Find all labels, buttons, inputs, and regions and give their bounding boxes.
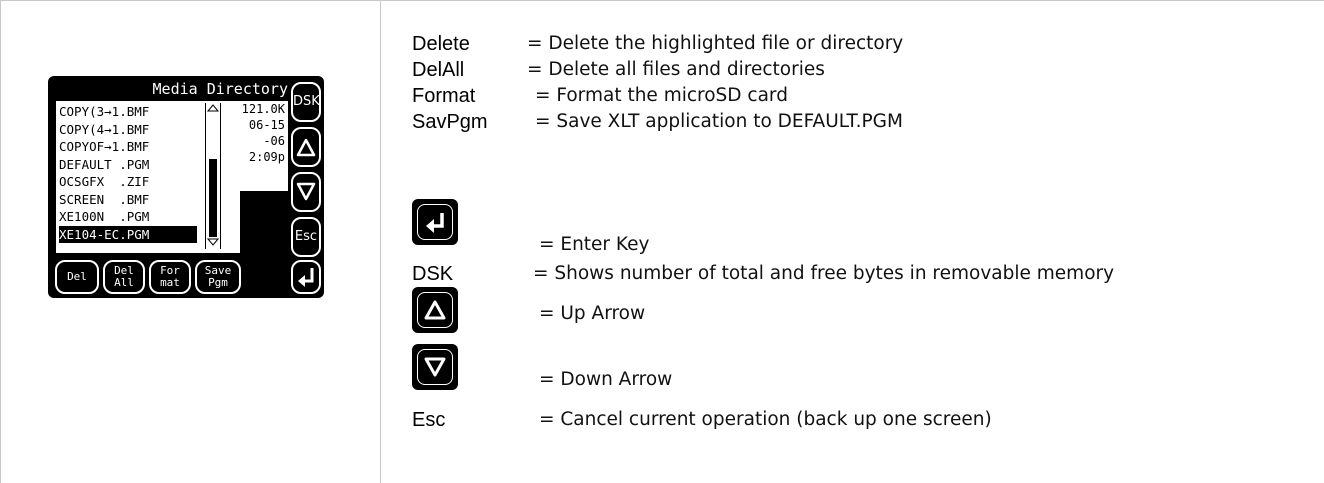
desc-savpgm: = Save XLT application to DEFAULT.PGM [535, 111, 903, 132]
enter-icon [298, 268, 314, 287]
del-all-line2: All [114, 276, 134, 289]
screen-title: Media Directory [152, 80, 288, 98]
list-item[interactable]: DEFAULT .PGM [59, 156, 197, 174]
desc-dsk: = Shows number of total and free bytes i… [533, 263, 1115, 284]
desc-esc: = Cancel current operation (back up one … [539, 409, 992, 430]
dsk-button[interactable]: DSK [291, 82, 321, 122]
scrollbar-thumb[interactable] [209, 159, 217, 237]
term-savpgm: SavPgm [412, 111, 488, 133]
list-item[interactable]: COPYOF→1.BMF [59, 138, 197, 156]
desc-up: = Up Arrow [539, 303, 646, 324]
del-button[interactable]: Del [55, 260, 99, 294]
scrollbar[interactable] [205, 103, 221, 249]
term-format: Format [412, 85, 476, 107]
down-arrow-icon [296, 182, 316, 201]
list-item[interactable]: SCREEN .BMF [59, 191, 197, 209]
term-esc: Esc [412, 409, 446, 431]
media-directory-screen: Media Directory COPY(3→1.BMF COPY(4→1.BM… [48, 76, 324, 298]
file-info-panel: 121.0K 06-15 -06 2:09p [240, 101, 288, 191]
enter-button[interactable] [291, 260, 321, 294]
list-item[interactable]: OCSGFX .ZIF [59, 173, 197, 191]
file-size: 121.0K [241, 102, 285, 116]
del-button-label: Del [67, 270, 87, 283]
up-arrow-button[interactable] [291, 127, 321, 167]
file-list: COPY(3→1.BMF COPY(4→1.BMF COPYOF→1.BMF D… [56, 101, 240, 253]
dsk-button-label: DSK [293, 94, 320, 109]
desc-delall: = Delete all files and directories [527, 59, 825, 80]
format-line2: mat [160, 276, 180, 289]
table-column-divider [380, 0, 381, 483]
list-item[interactable]: COPY(4→1.BMF [59, 121, 197, 139]
list-item[interactable]: XE100N .PGM [59, 208, 197, 226]
scroll-up-icon[interactable] [206, 103, 220, 115]
desc-format: = Format the microSD card [535, 85, 788, 106]
term-delete: Delete [412, 33, 470, 55]
list-item[interactable]: COPY(3→1.BMF [59, 103, 197, 121]
term-delall: DelAll [412, 59, 465, 81]
save-pgm-button[interactable]: Save Pgm [195, 260, 241, 294]
list-item-selected[interactable]: XE104-EC.PGM [59, 225, 197, 243]
format-button[interactable]: For mat [149, 260, 191, 294]
esc-button-label: Esc [294, 229, 318, 244]
desc-enter: = Enter Key [539, 234, 650, 255]
enter-key-icon [412, 199, 458, 245]
term-dsk: DSK [412, 263, 454, 285]
up-arrow-icon [296, 138, 316, 157]
file-time: 2:09p [248, 150, 285, 164]
del-all-button[interactable]: Del All [103, 260, 145, 294]
scroll-down-icon[interactable] [206, 237, 220, 249]
file-year: -06 [263, 134, 285, 148]
up-arrow-key-icon [412, 287, 458, 333]
table-top-border [0, 0, 1324, 1]
down-arrow-button[interactable] [291, 172, 321, 212]
save-pgm-line2: Pgm [208, 276, 228, 289]
file-entries: COPY(3→1.BMF COPY(4→1.BMF COPYOF→1.BMF D… [59, 103, 197, 243]
desc-delete: = Delete the highlighted file or directo… [527, 33, 904, 54]
desc-down: = Down Arrow [539, 369, 673, 390]
esc-button[interactable]: Esc [291, 217, 321, 257]
down-arrow-key-icon [412, 344, 458, 390]
table-left-border [0, 0, 1, 483]
file-date: 06-15 [248, 118, 285, 132]
